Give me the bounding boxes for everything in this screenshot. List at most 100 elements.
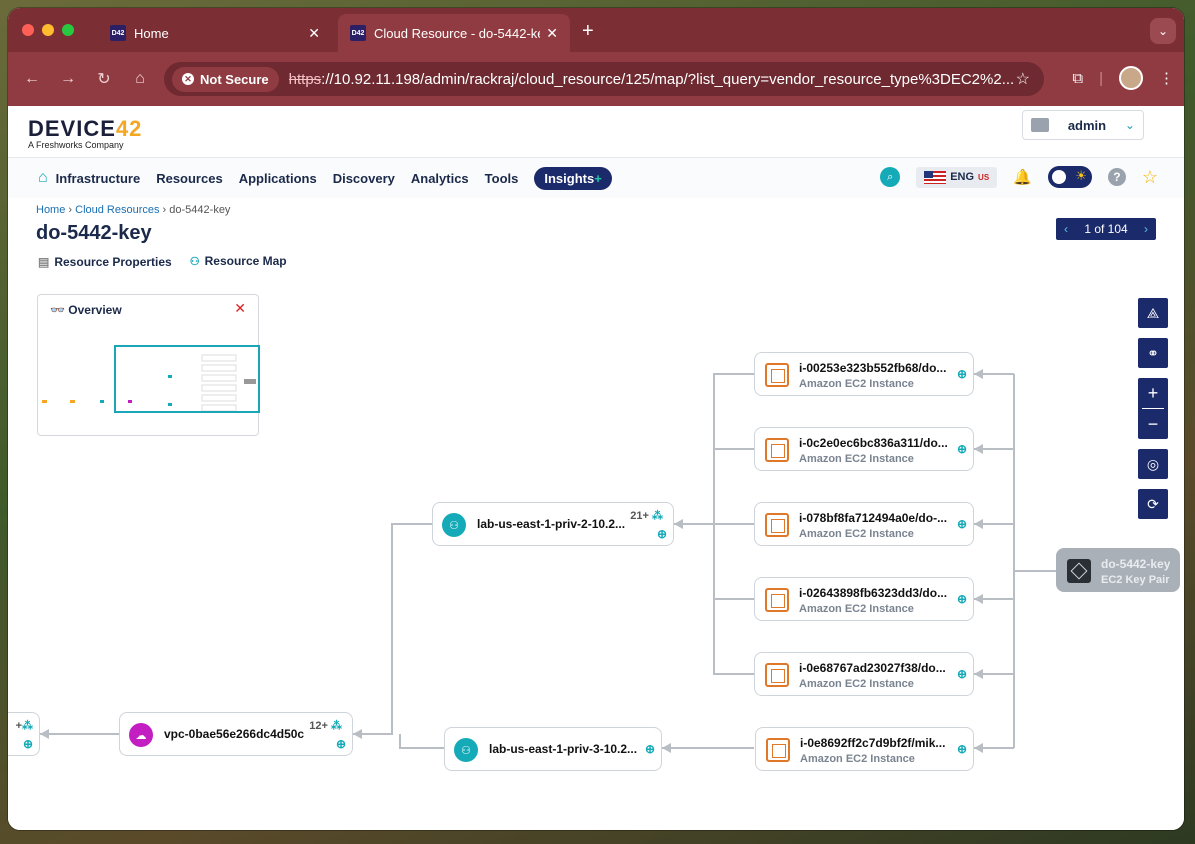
- connection-count[interactable]: 12+ ⁂: [309, 719, 342, 732]
- instance-node[interactable]: i-078bf8fa712494a0e/do-... Amazon EC2 In…: [754, 502, 974, 546]
- nav-analytics[interactable]: Analytics: [411, 171, 469, 186]
- node-name: lab-us-east-1-priv-3-10.2...: [489, 742, 638, 756]
- tab-search-chevron-icon[interactable]: ⌄: [1150, 18, 1176, 44]
- new-tab-button[interactable]: +: [582, 20, 594, 43]
- zoom-node-icon[interactable]: ⊕: [957, 517, 967, 531]
- us-flag-icon: [924, 170, 947, 184]
- nav-discovery[interactable]: Discovery: [333, 171, 395, 186]
- zoom-node-icon[interactable]: ⊕: [957, 592, 967, 606]
- close-tab-icon[interactable]: ✕: [308, 25, 320, 42]
- count-text: 21+: [630, 510, 649, 522]
- close-tab-icon[interactable]: ✕: [546, 25, 558, 42]
- subnet-hierarchy-icon: ⚇: [454, 738, 478, 762]
- breadcrumb-current: do-5442-key: [169, 204, 231, 216]
- zoom-node-icon[interactable]: ⊕: [957, 667, 967, 681]
- resource-map-canvas[interactable]: 👓 Overview ✕ ⟁ ⚭ + − ◎ ⟳ i-00253e323b552…: [8, 268, 1184, 830]
- layout-tool-icon[interactable]: ⟁: [1138, 298, 1168, 328]
- device42-favicon-icon: D42: [350, 25, 366, 41]
- zoom-node-icon[interactable]: ⊕: [957, 742, 967, 756]
- ec2-chip-icon: [765, 438, 789, 462]
- key-pair-node[interactable]: do-5442-key EC2 Key Pair: [1056, 548, 1180, 592]
- tab-label: Resource Map: [204, 254, 287, 268]
- instance-node[interactable]: i-00253e323b552fb68/do... Amazon EC2 Ins…: [754, 352, 974, 396]
- minimize-window-button[interactable]: [42, 24, 54, 36]
- url-rest: ://10.92.11.198/admin/rackraj/cloud_reso…: [321, 70, 1015, 88]
- prev-record-icon[interactable]: ‹: [1064, 222, 1068, 236]
- profile-avatar[interactable]: [1119, 66, 1143, 90]
- compass-icon[interactable]: ◎: [1138, 449, 1168, 479]
- partial-node[interactable]: +⁂ ⊕: [8, 712, 40, 756]
- instance-node[interactable]: i-0c2e0ec6bc836a311/do... Amazon EC2 Ins…: [754, 427, 974, 471]
- instance-node[interactable]: i-02643898fb6323dd3/do... Amazon EC2 Ins…: [754, 577, 974, 621]
- main-nav: ⌂ Infrastructure Resources Applications …: [8, 158, 1184, 198]
- node-name: i-078bf8fa712494a0e/do-...: [799, 511, 948, 525]
- home-icon[interactable]: ⌂: [122, 70, 158, 88]
- nav-infrastructure[interactable]: Infrastructure: [56, 171, 141, 186]
- zoom-node-icon[interactable]: ⊕: [957, 442, 967, 456]
- connection-count[interactable]: +⁂: [16, 719, 33, 732]
- logo-text-a: DEVIC: [28, 116, 101, 141]
- overview-viewport-frame[interactable]: [114, 345, 260, 413]
- zoom-node-icon[interactable]: ⊕: [336, 737, 346, 751]
- maximize-window-button[interactable]: [62, 24, 74, 36]
- help-icon[interactable]: ?: [1107, 168, 1126, 186]
- extensions-icon[interactable]: ⧉: [1072, 70, 1083, 87]
- instance-node[interactable]: i-0e68767ad23027f38/do... Amazon EC2 Ins…: [754, 652, 974, 696]
- ec2-chip-icon: [765, 588, 789, 612]
- refresh-icon[interactable]: ⟳: [1138, 489, 1168, 519]
- search-icon[interactable]: ⌕: [880, 167, 901, 187]
- device42-logo[interactable]: DEVICE42 A Freshworks Company: [28, 116, 142, 150]
- zoom-out-button[interactable]: −: [1138, 409, 1168, 439]
- user-menu[interactable]: admin ⌄: [1022, 110, 1144, 140]
- link-subnet-a-vpc: [353, 523, 432, 735]
- more-menu-icon[interactable]: ⋮: [1159, 69, 1174, 87]
- document-icon: ▤: [38, 255, 50, 269]
- breadcrumb-cloud-resources[interactable]: Cloud Resources: [75, 204, 159, 216]
- insights-button[interactable]: Insights+: [534, 166, 612, 190]
- zoom-node-icon[interactable]: ⊕: [957, 367, 967, 381]
- node-name: do-5442-key: [1101, 557, 1171, 571]
- nav-tools[interactable]: Tools: [485, 171, 519, 186]
- url-text[interactable]: https://10.92.11.198/admin/rackraj/cloud…: [289, 71, 1016, 88]
- node-name: i-0e68767ad23027f38/do...: [799, 661, 946, 675]
- language-region: US: [978, 172, 990, 182]
- nav-applications[interactable]: Applications: [239, 171, 317, 186]
- binoculars-overview-icon[interactable]: ⚭: [1138, 338, 1168, 368]
- map-tools: ⟁ ⚭ + − ◎ ⟳: [1138, 298, 1168, 529]
- zoom-node-icon[interactable]: ⊕: [23, 737, 33, 751]
- zoom-node-icon[interactable]: ⊕: [645, 742, 655, 756]
- bell-icon[interactable]: 🔔: [1013, 168, 1032, 186]
- instance-node[interactable]: i-0e8692ff2c7d9bf2f/mik... Amazon EC2 In…: [755, 727, 974, 771]
- next-record-icon[interactable]: ›: [1144, 222, 1148, 236]
- ec2-chip-icon: [766, 738, 790, 762]
- tab-cloud-resource[interactable]: D42 Cloud Resource - do-5442-key ✕: [338, 14, 570, 52]
- toolbar-right: ⧉ | ⋮: [1072, 66, 1174, 90]
- connection-count[interactable]: 21+ ⁂: [630, 509, 663, 522]
- breadcrumb-home[interactable]: Home: [36, 204, 65, 216]
- subnet-node[interactable]: ⚇ lab-us-east-1-priv-2-10.2... 21+ ⁂ ⊕: [432, 502, 674, 546]
- reload-icon[interactable]: ↻: [86, 69, 122, 89]
- cloud-icon: ☁: [129, 723, 153, 747]
- node-type: Amazon EC2 Instance: [799, 678, 914, 690]
- page-title: do-5442-key: [36, 222, 152, 244]
- address-bar[interactable]: ✕ Not Secure https://10.92.11.198/admin/…: [164, 62, 1044, 96]
- language-selector[interactable]: ENG US: [916, 166, 998, 188]
- tab-home[interactable]: D42 Home ✕: [98, 14, 332, 52]
- link-subnet-b-vpc: [399, 734, 444, 749]
- subnet-node[interactable]: ⚇ lab-us-east-1-priv-3-10.2... ⊕: [444, 727, 662, 771]
- favorite-star-icon[interactable]: ☆: [1142, 167, 1158, 188]
- vpc-node[interactable]: ☁ vpc-0bae56e266dc4d50c 12+ ⁂ ⊕: [119, 712, 353, 756]
- divider: |: [1099, 69, 1103, 87]
- site-info-chip[interactable]: ✕ Not Secure: [172, 66, 279, 92]
- tab-title: Cloud Resource - do-5442-key: [374, 25, 541, 41]
- theme-toggle[interactable]: ☀: [1047, 166, 1092, 188]
- home-nav-icon[interactable]: ⌂: [38, 169, 48, 187]
- zoom-in-button[interactable]: +: [1138, 378, 1168, 408]
- back-arrow-icon[interactable]: ←: [14, 70, 50, 88]
- close-window-button[interactable]: [22, 24, 34, 36]
- bookmark-star-icon[interactable]: ☆: [1016, 69, 1030, 89]
- zoom-node-icon[interactable]: ⊕: [657, 527, 667, 541]
- node-type: Amazon EC2 Instance: [800, 753, 915, 765]
- nav-resources[interactable]: Resources: [156, 171, 222, 186]
- forward-arrow-icon[interactable]: →: [50, 70, 86, 88]
